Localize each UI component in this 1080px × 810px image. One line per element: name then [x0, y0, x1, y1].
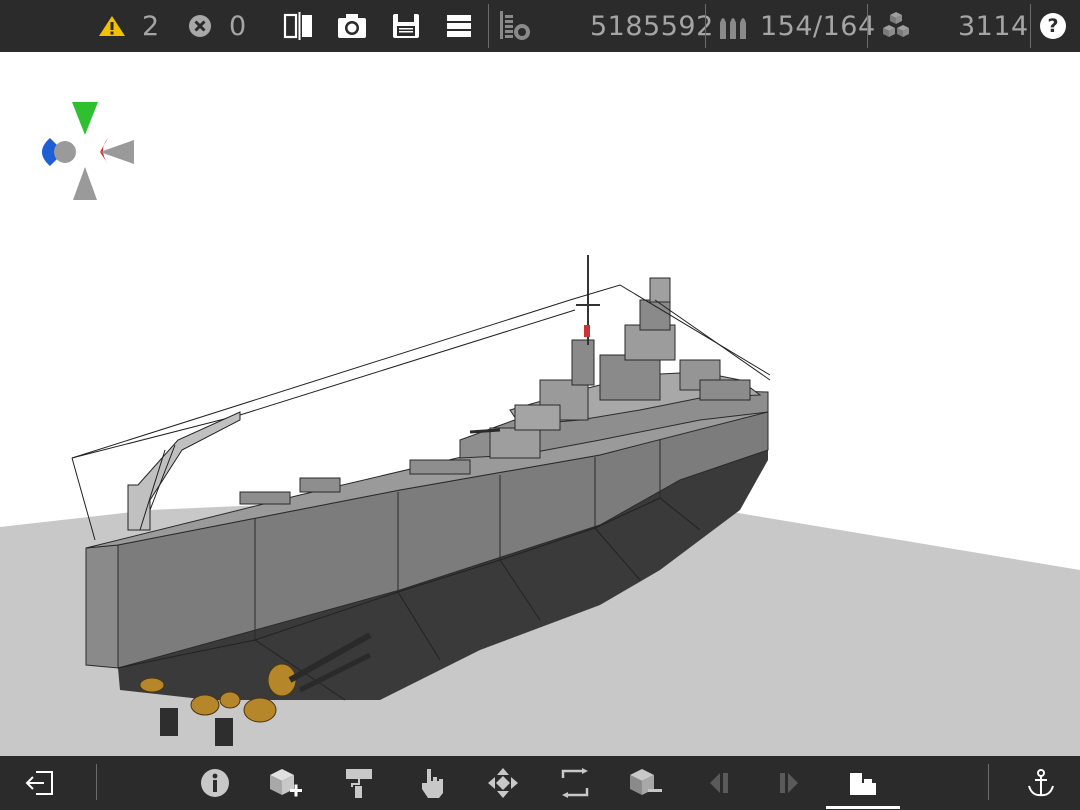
- active-tool-indicator: [826, 806, 900, 809]
- rudder: [160, 708, 178, 736]
- ammo-icon: [720, 18, 746, 39]
- rudder: [215, 718, 233, 746]
- paint-roller-icon: [346, 769, 372, 798]
- bottom-toolbar: [0, 756, 1080, 810]
- toolbar-divider: [867, 4, 868, 48]
- build-viewport[interactable]: [0, 52, 1080, 756]
- error-icon: [189, 15, 211, 37]
- help-label: ?: [1047, 15, 1059, 37]
- exit-button[interactable]: [13, 756, 67, 810]
- menu-icon: [447, 15, 471, 37]
- add-block-button[interactable]: [258, 756, 312, 810]
- weight-icon: [500, 11, 530, 40]
- resize-button[interactable]: [548, 756, 602, 810]
- info-button[interactable]: [188, 756, 242, 810]
- top-toolbar: 2 0 5185592 154/164 3114 ?: [0, 0, 1080, 52]
- warnings-indicator[interactable]: 2: [98, 0, 160, 52]
- ammo-indicator: 154/164: [718, 0, 876, 52]
- errors-count: 0: [229, 10, 247, 42]
- blocks-indicator: 3114: [880, 0, 1029, 52]
- anchor-button[interactable]: [1014, 756, 1068, 810]
- move-button[interactable]: [476, 756, 530, 810]
- toolbar-divider: [1030, 4, 1031, 48]
- orientation-gizmo[interactable]: [42, 102, 134, 200]
- axis-neg-y-icon[interactable]: [73, 167, 97, 200]
- anchor-icon: [1028, 769, 1054, 797]
- toolbar-divider: [488, 4, 489, 48]
- blocks-value: 3114: [958, 10, 1029, 42]
- remove-block-button[interactable]: [618, 756, 672, 810]
- mirror-button[interactable]: [283, 0, 313, 52]
- warnings-count: 2: [142, 10, 160, 42]
- add-block-icon: [270, 769, 302, 797]
- weight-value: 5185592: [590, 10, 714, 42]
- help-icon: ?: [1040, 13, 1066, 39]
- weight-indicator: 5185592: [498, 0, 714, 52]
- exit-icon: [25, 771, 53, 795]
- build-mode-button[interactable]: [836, 756, 890, 810]
- toolbar-divider: [705, 4, 706, 48]
- axis-center-icon[interactable]: [54, 141, 76, 163]
- resize-icon: [561, 768, 589, 798]
- camera-icon: [338, 14, 366, 38]
- blocks-icon: [883, 12, 909, 37]
- step-forward-icon: [780, 773, 798, 793]
- mirror-icon: [283, 12, 312, 40]
- hand-pointer-icon: [422, 769, 443, 798]
- toolbar-divider: [988, 764, 989, 800]
- step-back-button[interactable]: [692, 756, 746, 810]
- step-forward-button[interactable]: [762, 756, 816, 810]
- select-button[interactable]: [405, 756, 459, 810]
- save-icon: [393, 14, 419, 38]
- errors-indicator[interactable]: 0: [188, 0, 247, 52]
- toolbar-divider: [96, 764, 97, 800]
- help-button[interactable]: ?: [1040, 0, 1066, 52]
- paint-button[interactable]: [332, 756, 386, 810]
- save-button[interactable]: [392, 0, 420, 52]
- screenshot-button[interactable]: [337, 0, 367, 52]
- axis-y-icon[interactable]: [72, 102, 98, 135]
- hull-stern: [85, 544, 119, 669]
- axis-neg-x-icon[interactable]: [100, 140, 134, 164]
- move-icon: [488, 768, 518, 798]
- step-back-icon: [710, 773, 728, 793]
- warning-icon: [99, 16, 125, 36]
- info-icon: [201, 769, 229, 797]
- ammo-value: 154/164: [760, 10, 876, 42]
- menu-button[interactable]: [446, 0, 472, 52]
- build-mode-icon: [850, 773, 876, 795]
- remove-block-icon: [630, 769, 662, 795]
- ship-model-canvas[interactable]: [0, 52, 1080, 756]
